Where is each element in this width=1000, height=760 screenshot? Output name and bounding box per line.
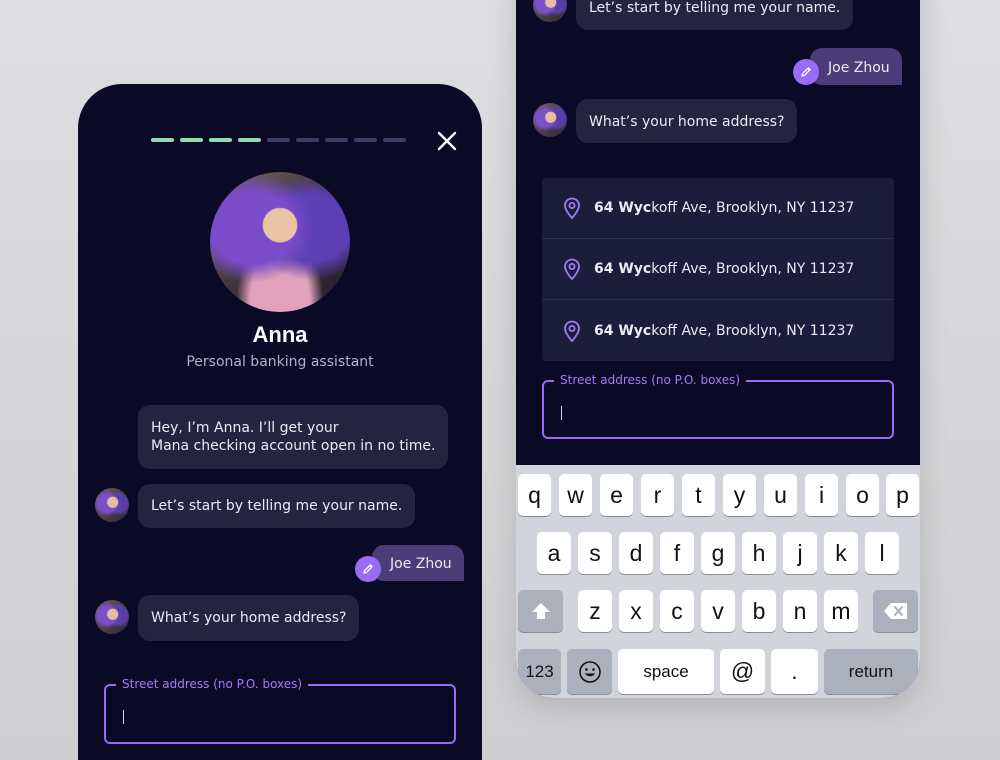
key-j[interactable]: j bbox=[783, 532, 817, 574]
street-address-label: Street address (no P.O. boxes) bbox=[554, 373, 747, 387]
location-pin-icon bbox=[564, 258, 580, 281]
progress-step bbox=[180, 138, 203, 142]
shift-key[interactable] bbox=[518, 590, 563, 632]
pencil-icon bbox=[363, 564, 373, 574]
key-q[interactable]: q bbox=[518, 474, 551, 516]
key-x[interactable]: x bbox=[619, 590, 653, 632]
onscreen-keyboard: q w e r t y u i o p a s d f g h j k l z … bbox=[516, 465, 920, 698]
greeting-line-2: Mana checking account open in no time. bbox=[151, 438, 436, 454]
key-d[interactable]: d bbox=[619, 532, 653, 574]
key-a[interactable]: a bbox=[537, 532, 571, 574]
street-address-label: Street address (no P.O. boxes) bbox=[116, 677, 309, 691]
agent-message-greeting: Hey, I’m Anna. I’ll get your Mana checki… bbox=[138, 405, 449, 469]
agent-mini-avatar bbox=[533, 0, 567, 22]
agent-name: Anna bbox=[252, 322, 308, 347]
delete-icon bbox=[883, 603, 907, 619]
key-f[interactable]: f bbox=[660, 532, 694, 574]
delete-key[interactable] bbox=[873, 590, 918, 632]
key-w[interactable]: w bbox=[559, 474, 592, 516]
agent-message-ask-address: What’s your home address? bbox=[138, 595, 360, 641]
progress-step bbox=[238, 138, 261, 142]
emoji-key[interactable] bbox=[567, 649, 612, 694]
agent-avatar bbox=[210, 172, 350, 312]
agent-mini-avatar bbox=[95, 600, 129, 634]
period-key[interactable]: . bbox=[771, 649, 818, 694]
agent-message-ask-name: Let’s start by telling me your name. bbox=[576, 0, 854, 30]
key-s[interactable]: s bbox=[578, 532, 612, 574]
shift-icon bbox=[531, 603, 550, 619]
suggestion-rest: koff Ave, Brooklyn, NY 11237 bbox=[651, 322, 855, 339]
text-caret bbox=[123, 710, 124, 724]
location-pin-icon bbox=[564, 197, 580, 220]
suggestion-rest: koff Ave, Brooklyn, NY 11237 bbox=[651, 261, 855, 277]
key-i[interactable]: i bbox=[805, 474, 838, 516]
progress-step bbox=[354, 138, 377, 142]
progress-step bbox=[383, 138, 406, 142]
suggestion-match: 64 Wyc bbox=[594, 200, 652, 216]
agent-message-ask-address: What’s your home address? bbox=[576, 99, 798, 143]
key-p[interactable]: p bbox=[886, 474, 919, 516]
key-u[interactable]: u bbox=[764, 474, 797, 516]
key-o[interactable]: o bbox=[846, 474, 879, 516]
edit-answer-button[interactable] bbox=[355, 556, 381, 582]
suggestion-match: 64 Wyc bbox=[594, 261, 652, 277]
location-pin-icon bbox=[564, 320, 580, 342]
address-suggestion[interactable]: 64 Wyc koff Ave, Brooklyn, NY 11237 bbox=[542, 178, 894, 239]
progress-step bbox=[151, 138, 174, 142]
at-key[interactable]: @ bbox=[720, 649, 765, 694]
return-key[interactable]: return bbox=[824, 649, 918, 694]
progress-step bbox=[325, 138, 348, 142]
edit-answer-button[interactable] bbox=[793, 59, 819, 85]
key-v[interactable]: v bbox=[701, 590, 735, 632]
key-z[interactable]: z bbox=[578, 590, 612, 632]
key-l[interactable]: l bbox=[865, 532, 899, 574]
progress-step bbox=[296, 138, 319, 142]
key-e[interactable]: e bbox=[600, 474, 633, 516]
progress-step bbox=[209, 138, 232, 142]
space-key[interactable]: space bbox=[618, 649, 714, 694]
phone-left-screen: Anna Personal banking assistant Hey, I’m… bbox=[78, 84, 482, 760]
phone-right-screen: Let’s start by telling me your name. Joe… bbox=[516, 0, 920, 698]
key-m[interactable]: m bbox=[824, 590, 858, 632]
key-r[interactable]: r bbox=[641, 474, 674, 516]
street-address-input[interactable]: Street address (no P.O. boxes) bbox=[104, 677, 456, 744]
pencil-icon bbox=[801, 67, 811, 77]
suggestion-rest: koff Ave, Brooklyn, NY 11237 bbox=[651, 200, 855, 216]
key-n[interactable]: n bbox=[783, 590, 817, 632]
address-suggestion[interactable]: 64 Wyc koff Ave, Brooklyn, NY 11237 bbox=[542, 239, 894, 300]
agent-message-ask-name: Let’s start by telling me your name. bbox=[138, 484, 416, 528]
text-caret bbox=[561, 406, 562, 420]
agent-mini-avatar bbox=[533, 103, 567, 137]
progress-indicator bbox=[151, 138, 406, 142]
progress-step bbox=[267, 138, 290, 142]
close-icon bbox=[437, 131, 457, 151]
key-h[interactable]: h bbox=[742, 532, 776, 574]
user-message-name: Joe Zhou bbox=[372, 545, 464, 581]
key-y[interactable]: y bbox=[723, 474, 756, 516]
key-k[interactable]: k bbox=[824, 532, 858, 574]
address-suggestions: 64 Wyc koff Ave, Brooklyn, NY 11237 64 Wy… bbox=[542, 178, 894, 361]
key-t[interactable]: t bbox=[682, 474, 715, 516]
key-g[interactable]: g bbox=[701, 532, 735, 574]
address-suggestion[interactable]: 64 Wyc koff Ave, Brooklyn, NY 11237 bbox=[542, 300, 894, 361]
close-button[interactable] bbox=[434, 128, 460, 154]
numbers-key[interactable]: 123 bbox=[518, 649, 561, 694]
key-c[interactable]: c bbox=[660, 590, 694, 632]
emoji-icon bbox=[578, 660, 601, 683]
greeting-line-1: Hey, I’m Anna. I’ll get your bbox=[151, 420, 339, 436]
agent-mini-avatar bbox=[95, 488, 129, 522]
user-message-name: Joe Zhou bbox=[810, 48, 902, 85]
street-address-input[interactable]: Street address (no P.O. boxes) bbox=[542, 373, 894, 439]
agent-role: Personal banking assistant bbox=[186, 354, 374, 370]
key-b[interactable]: b bbox=[742, 590, 776, 632]
suggestion-match: 64 Wyc bbox=[594, 322, 652, 339]
